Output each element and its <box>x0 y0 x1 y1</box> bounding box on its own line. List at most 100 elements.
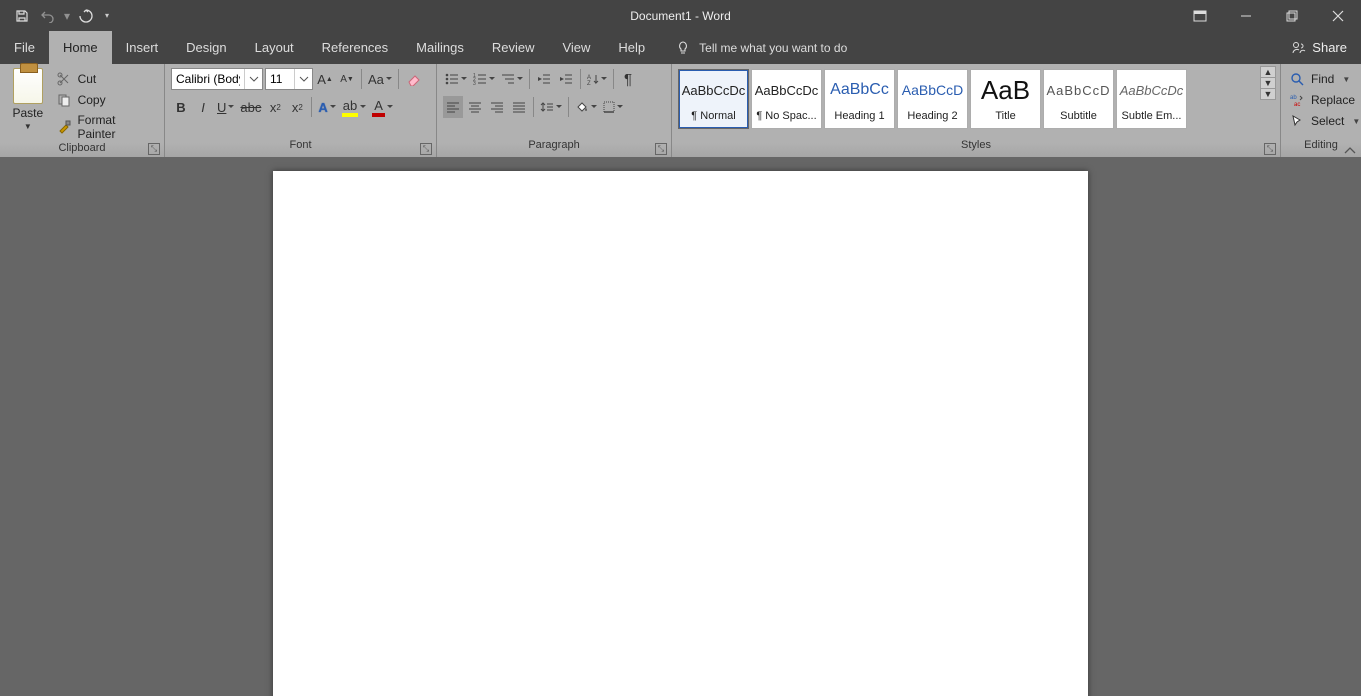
tab-insert[interactable]: Insert <box>112 31 173 64</box>
select-button[interactable]: Select ▼ <box>1289 112 1360 130</box>
replace-button[interactable]: abac Replace <box>1289 91 1360 109</box>
font-dialog-launcher[interactable]: ⤡ <box>420 143 432 155</box>
multilevel-icon <box>501 73 515 85</box>
superscript-button[interactable]: x2 <box>287 96 307 118</box>
lightbulb-icon <box>675 40 691 56</box>
borders-icon <box>603 101 615 113</box>
select-label: Select <box>1311 114 1344 128</box>
show-hide-button[interactable]: ¶ <box>618 68 638 90</box>
document-page[interactable] <box>273 171 1088 696</box>
styles-more-button[interactable]: ▼ <box>1261 89 1275 99</box>
bullets-button[interactable] <box>443 68 469 90</box>
style--no-spac-[interactable]: AaBbCcDc¶ No Spac... <box>751 69 822 129</box>
chevron-down-icon: ▼ <box>1342 75 1350 84</box>
numbering-icon: 123 <box>473 73 487 85</box>
style-title[interactable]: AaBTitle <box>970 69 1041 129</box>
bold-button[interactable]: B <box>171 96 191 118</box>
sort-button[interactable]: AZ <box>585 68 609 90</box>
chevron-down-icon[interactable] <box>294 69 312 89</box>
maximize-icon[interactable] <box>1269 0 1315 31</box>
increase-indent-button[interactable] <box>556 68 576 90</box>
style-subtle-em-[interactable]: AaBbCcDcSubtle Em... <box>1116 69 1187 129</box>
collapse-ribbon-icon[interactable] <box>1343 146 1357 156</box>
clipboard-dialog-launcher[interactable]: ⤡ <box>148 143 160 155</box>
styles-scroll-down[interactable]: ▼ <box>1261 78 1275 89</box>
grow-font-button[interactable]: A▲ <box>315 68 335 90</box>
font-name-input[interactable] <box>172 69 244 89</box>
save-icon[interactable] <box>10 4 34 28</box>
styles-dialog-launcher[interactable]: ⤡ <box>1264 143 1276 155</box>
borders-button[interactable] <box>601 96 625 118</box>
italic-button[interactable]: I <box>193 96 213 118</box>
highlight-button[interactable]: ab <box>340 96 368 118</box>
tab-mailings[interactable]: Mailings <box>402 31 478 64</box>
font-size-combo[interactable] <box>265 68 313 90</box>
tab-help[interactable]: Help <box>604 31 659 64</box>
format-painter-button[interactable]: Format Painter <box>54 112 158 142</box>
group-editing: Find ▼ abac Replace Select ▼ Editing <box>1281 64 1361 157</box>
find-button[interactable]: Find ▼ <box>1289 70 1360 88</box>
minimize-icon[interactable] <box>1223 0 1269 31</box>
quick-access-toolbar: ▾ ▾ <box>0 0 114 31</box>
text-effects-button[interactable]: A <box>316 96 337 118</box>
strikethrough-button[interactable]: abc <box>238 96 263 118</box>
tab-layout[interactable]: Layout <box>241 31 308 64</box>
shrink-font-button[interactable]: A▼ <box>337 68 357 90</box>
style-heading-1[interactable]: AaBbCcHeading 1 <box>824 69 895 129</box>
format-painter-label: Format Painter <box>77 113 156 141</box>
style-name-label: Subtle Em... <box>1117 107 1186 125</box>
font-size-input[interactable] <box>266 69 294 89</box>
group-clipboard: Paste ▼ Cut Copy <box>0 64 165 157</box>
align-right-button[interactable] <box>487 96 507 118</box>
style-subtitle[interactable]: AaBbCcDSubtitle <box>1043 69 1114 129</box>
share-button[interactable]: Share <box>1276 31 1361 64</box>
style-heading-2[interactable]: AaBbCcDHeading 2 <box>897 69 968 129</box>
tab-references[interactable]: References <box>308 31 402 64</box>
paste-button[interactable]: Paste ▼ <box>6 68 50 131</box>
decrease-indent-button[interactable] <box>534 68 554 90</box>
clear-formatting-button[interactable] <box>403 68 423 90</box>
style-preview: AaBbCc <box>825 73 894 107</box>
style-preview: AaBbCcDc <box>679 73 748 107</box>
style-name-label: Subtitle <box>1044 107 1113 125</box>
font-color-button[interactable]: A <box>370 96 395 118</box>
scissors-icon <box>56 71 72 87</box>
styles-scroll-up[interactable]: ▲ <box>1261 67 1275 78</box>
numbering-button[interactable]: 123 <box>471 68 497 90</box>
find-label: Find <box>1311 72 1334 86</box>
outdent-icon <box>537 73 551 85</box>
align-left-button[interactable] <box>443 96 463 118</box>
tab-home[interactable]: Home <box>49 31 112 64</box>
undo-dropdown-icon[interactable]: ▾ <box>62 4 72 28</box>
justify-button[interactable] <box>509 96 529 118</box>
copy-button[interactable]: Copy <box>54 91 158 109</box>
paintbrush-icon <box>56 119 72 135</box>
close-icon[interactable] <box>1315 0 1361 31</box>
document-area[interactable] <box>0 157 1361 696</box>
ribbon-display-options-icon[interactable] <box>1177 0 1223 31</box>
style--normal[interactable]: AaBbCcDc¶ Normal <box>678 69 749 129</box>
tell-me[interactable]: Tell me what you want to do <box>659 31 847 64</box>
tab-design[interactable]: Design <box>172 31 240 64</box>
qat-customize-icon[interactable]: ▾ <box>100 11 114 20</box>
underline-button[interactable]: U <box>215 96 236 118</box>
ribbon: Paste ▼ Cut Copy <box>0 64 1361 157</box>
change-case-button[interactable]: Aa <box>366 68 394 90</box>
replace-label: Replace <box>1311 93 1355 107</box>
tab-view[interactable]: View <box>548 31 604 64</box>
tab-review[interactable]: Review <box>478 31 549 64</box>
justify-icon <box>512 101 526 113</box>
line-spacing-button[interactable] <box>538 96 564 118</box>
undo-icon[interactable] <box>36 4 60 28</box>
multilevel-list-button[interactable] <box>499 68 525 90</box>
tab-file[interactable]: File <box>0 31 49 64</box>
group-label-paragraph: Paragraph <box>437 139 671 157</box>
align-center-button[interactable] <box>465 96 485 118</box>
shading-button[interactable] <box>573 96 599 118</box>
paragraph-dialog-launcher[interactable]: ⤡ <box>655 143 667 155</box>
subscript-button[interactable]: x2 <box>265 96 285 118</box>
redo-icon[interactable] <box>74 4 98 28</box>
chevron-down-icon[interactable] <box>244 69 262 89</box>
font-name-combo[interactable] <box>171 68 263 90</box>
cut-button[interactable]: Cut <box>54 70 158 88</box>
